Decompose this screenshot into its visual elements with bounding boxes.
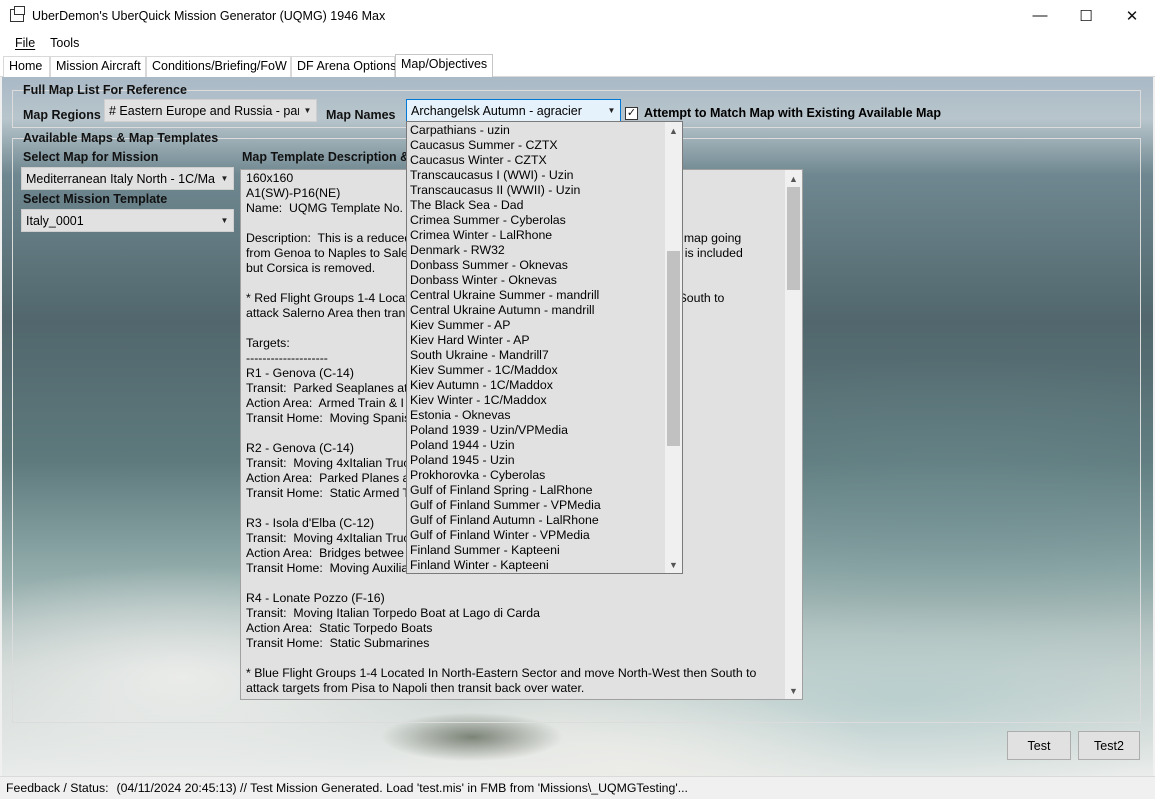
- minimize-button[interactable]: —: [1017, 0, 1063, 31]
- select-template-label: Select Mission Template: [23, 192, 168, 206]
- map-names-value: Archangelsk Autumn - agracier: [411, 103, 582, 118]
- dropdown-option[interactable]: Denmark - RW32: [407, 243, 666, 258]
- description-line: [246, 651, 786, 666]
- description-scrollbar[interactable]: ▲ ▼: [785, 170, 802, 699]
- dropdown-option[interactable]: Crimea Winter - LalRhone: [407, 228, 666, 243]
- description-line: R4 - Lonate Pozzo (F-16): [246, 591, 385, 605]
- dropdown-option[interactable]: Carpathians - uzin: [407, 123, 666, 138]
- dropdown-scrollbar[interactable]: ▲ ▼: [665, 122, 682, 573]
- chevron-up-icon[interactable]: ▲: [785, 170, 802, 187]
- dropdown-option[interactable]: Poland 1945 - Uzin: [407, 453, 666, 468]
- description-line: Transit Home: Static Submarines: [246, 636, 430, 650]
- select-template-dropdown[interactable]: Italy_0001 ▼: [21, 209, 234, 232]
- description-line: [246, 576, 786, 591]
- dropdown-option[interactable]: Estonia - Oknevas: [407, 408, 666, 423]
- chevron-up-icon[interactable]: ▲: [665, 122, 682, 139]
- dropdown-option[interactable]: Donbass Winter - Oknevas: [407, 273, 666, 288]
- select-template-value: Italy_0001: [26, 213, 84, 228]
- app-window-icon: [10, 6, 25, 22]
- template-description-label: Map Template Description & I: [242, 150, 417, 164]
- dropdown-option[interactable]: Poland 1944 - Uzin: [407, 438, 666, 453]
- test2-button[interactable]: Test2: [1078, 731, 1140, 760]
- tab-map-objectives[interactable]: Map/Objectives: [395, 54, 493, 77]
- title-bar: UberDemon's UberQuick Mission Generator …: [0, 0, 1155, 31]
- dropdown-option[interactable]: Kiev Hard Winter - AP: [407, 333, 666, 348]
- dropdown-option[interactable]: Central Ukraine Autumn - mandrill: [407, 303, 666, 318]
- chevron-down-icon: ▼: [607, 106, 616, 115]
- dropdown-option[interactable]: Caucasus Winter - CZTX: [407, 153, 666, 168]
- description-line: Transit: Moving Italian Torpedo Boat at …: [246, 606, 540, 620]
- description-line: attack targets from Pisa to Napoli then …: [246, 681, 585, 695]
- dropdown-option[interactable]: The Black Sea - Dad: [407, 198, 666, 213]
- chevron-down-icon: ▼: [220, 174, 229, 183]
- tab-df-arena-options[interactable]: DF Arena Options: [291, 56, 396, 77]
- dropdown-option[interactable]: Poland 1939 - Uzin/VPMedia: [407, 423, 666, 438]
- select-map-value: Mediterranean Italy North - 1C/Ma: [26, 171, 215, 186]
- chevron-down-icon: ▼: [303, 106, 312, 115]
- dropdown-option[interactable]: Kiev Summer - 1C/Maddox: [407, 363, 666, 378]
- dropdown-option[interactable]: Gulf of Finland Spring - LalRhone: [407, 483, 666, 498]
- map-regions-value: # Eastern Europe and Russia - part: [109, 103, 299, 118]
- match-map-checkbox[interactable]: ✓ Attempt to Match Map with Existing Ava…: [625, 106, 941, 120]
- status-bar: Feedback / Status: (04/11/2024 20:45:13)…: [0, 776, 1155, 799]
- dropdown-option[interactable]: Donbass Summer - Oknevas: [407, 258, 666, 273]
- dropdown-option[interactable]: Gulf of Finland Winter - VPMedia: [407, 528, 666, 543]
- menu-tools[interactable]: Tools: [43, 36, 86, 50]
- dropdown-option[interactable]: Kiev Summer - AP: [407, 318, 666, 333]
- tab-strip: Home Mission Aircraft Conditions/Briefin…: [0, 54, 1155, 77]
- available-maps-label: Available Maps & Map Templates: [23, 131, 219, 145]
- menu-bar: File Tools: [0, 31, 1155, 54]
- tab-home[interactable]: Home: [3, 56, 50, 77]
- test-button[interactable]: Test: [1007, 731, 1071, 760]
- dropdown-option[interactable]: Prokhorovka - Cyberolas: [407, 468, 666, 483]
- scrollbar-thumb[interactable]: [667, 251, 680, 446]
- close-button[interactable]: ✕: [1109, 0, 1155, 31]
- maximize-button[interactable]: ☐: [1063, 0, 1109, 31]
- map-names-dropdown-list[interactable]: Carpathians - uzin Caucasus Summer - CZTX…: [406, 121, 683, 574]
- status-label: Feedback / Status:: [6, 781, 109, 795]
- tab-conditions-briefing-fow[interactable]: Conditions/Briefing/FoW: [146, 56, 291, 77]
- menu-file[interactable]: File: [8, 36, 42, 50]
- chevron-down-icon[interactable]: ▼: [665, 556, 682, 573]
- match-map-label: Attempt to Match Map with Existing Avail…: [644, 106, 942, 120]
- dropdown-option[interactable]: Transcaucasus I (WWI) - Uzin: [407, 168, 666, 183]
- scrollbar-thumb[interactable]: [787, 187, 800, 290]
- dropdown-option[interactable]: Finland Summer - Kapteeni: [407, 543, 666, 558]
- dropdown-option[interactable]: South Ukraine - Mandrill7: [407, 348, 666, 363]
- dropdown-option[interactable]: Crimea Summer - Cyberolas: [407, 213, 666, 228]
- dropdown-option[interactable]: Finland Winter - Kapteeni: [407, 558, 666, 573]
- window-title: UberDemon's UberQuick Mission Generator …: [32, 8, 386, 23]
- select-map-label: Select Map for Mission: [23, 150, 159, 164]
- dropdown-options: Carpathians - uzin Caucasus Summer - CZTX…: [407, 123, 666, 573]
- description-line: * Blue Flight Groups 1-4 Located In Nort…: [246, 666, 757, 680]
- window-controls: — ☐ ✕: [1017, 0, 1155, 31]
- checkmark-icon[interactable]: ✓: [625, 106, 638, 120]
- description-line: Action Area: Static Torpedo Boats: [246, 621, 433, 635]
- dropdown-option[interactable]: Caucasus Summer - CZTX: [407, 138, 666, 153]
- map-regions-label: Map Regions: [23, 108, 101, 122]
- select-map-dropdown[interactable]: Mediterranean Italy North - 1C/Ma ▼: [21, 167, 234, 190]
- full-map-list-label: Full Map List For Reference: [23, 83, 187, 97]
- dropdown-option[interactable]: Kiev Autumn - 1C/Maddox: [407, 378, 666, 393]
- dropdown-option[interactable]: Gulf of Finland Autumn - LalRhone: [407, 513, 666, 528]
- chevron-down-icon[interactable]: ▼: [785, 682, 802, 699]
- status-text: (04/11/2024 20:45:13) // Test Mission Ge…: [116, 781, 688, 795]
- map-names-label: Map Names: [326, 108, 396, 122]
- dropdown-option[interactable]: Gulf of Finland Summer - VPMedia: [407, 498, 666, 513]
- dropdown-option[interactable]: Transcaucasus II (WWII) - Uzin: [407, 183, 666, 198]
- tab-mission-aircraft[interactable]: Mission Aircraft: [50, 56, 146, 77]
- dropdown-option[interactable]: Kiev Winter - 1C/Maddox: [407, 393, 666, 408]
- map-names-dropdown[interactable]: Archangelsk Autumn - agracier ▼: [406, 99, 621, 122]
- chevron-down-icon: ▼: [220, 216, 229, 225]
- map-regions-dropdown[interactable]: # Eastern Europe and Russia - part ▼: [104, 99, 317, 122]
- dropdown-option[interactable]: Central Ukraine Summer - mandrill: [407, 288, 666, 303]
